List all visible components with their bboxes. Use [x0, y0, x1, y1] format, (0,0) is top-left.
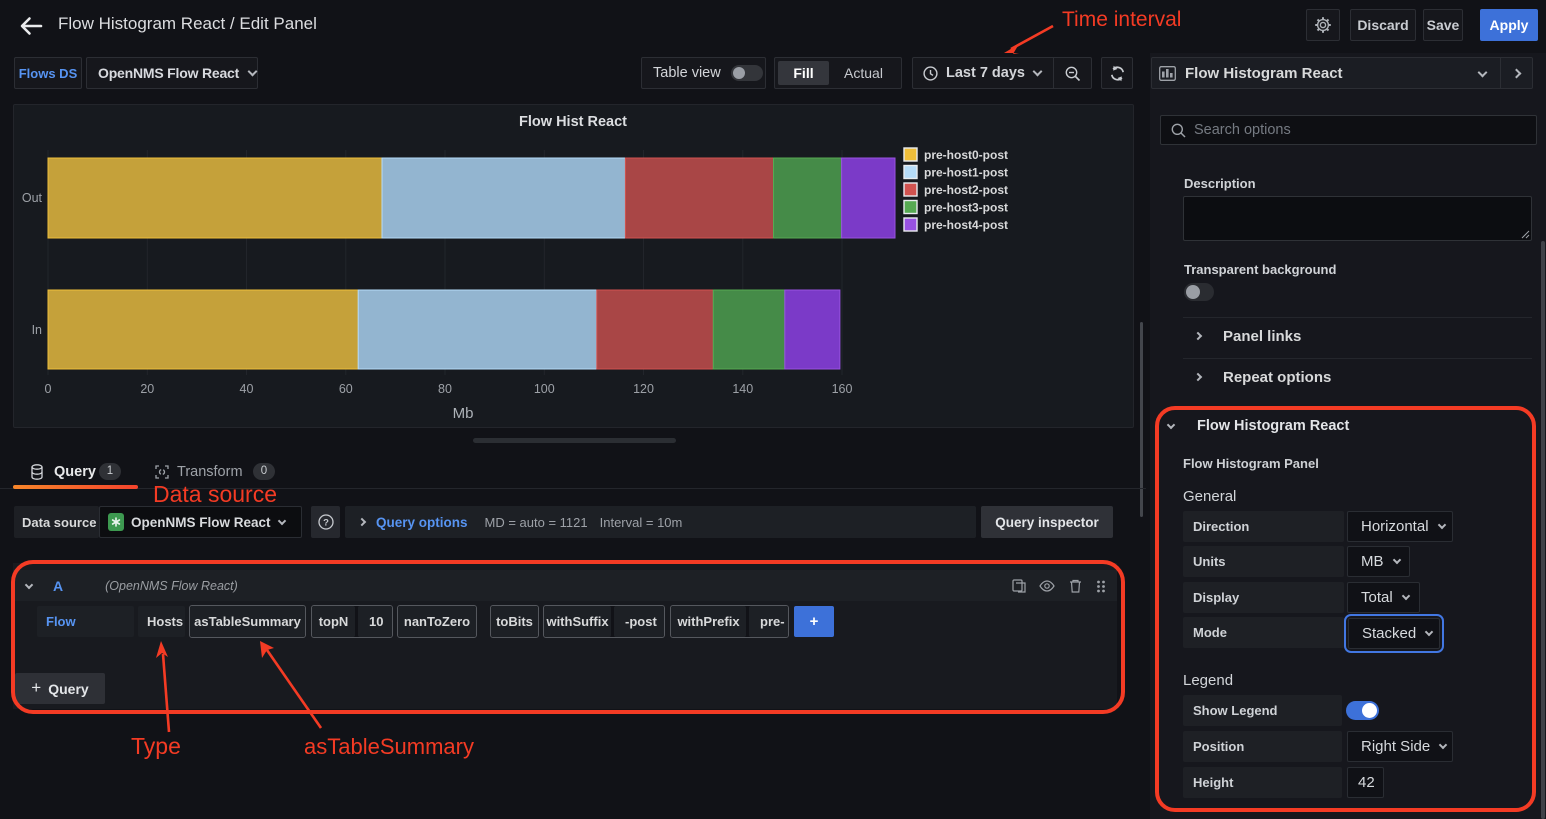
svg-text:?: ?: [323, 518, 329, 529]
svg-text:60: 60: [339, 382, 353, 396]
svg-text:Out: Out: [22, 191, 43, 205]
svg-text:0: 0: [45, 382, 52, 396]
svg-text:140: 140: [732, 382, 753, 396]
svg-text:pre-host1-post: pre-host1-post: [924, 166, 1008, 180]
svg-text:Mb: Mb: [453, 405, 474, 422]
svg-text:80: 80: [438, 382, 452, 396]
svg-text:pre-host2-post: pre-host2-post: [924, 183, 1008, 197]
svg-text:20: 20: [140, 382, 154, 396]
svg-text:pre-host4-post: pre-host4-post: [924, 218, 1008, 232]
svg-text:40: 40: [240, 382, 254, 396]
svg-text:Flow Hist React: Flow Hist React: [519, 114, 627, 130]
svg-text:160: 160: [832, 382, 853, 396]
svg-text:pre-host0-post: pre-host0-post: [924, 148, 1008, 162]
svg-text:In: In: [32, 323, 42, 337]
svg-text:120: 120: [633, 382, 654, 396]
svg-text:pre-host3-post: pre-host3-post: [924, 201, 1008, 215]
svg-text:100: 100: [534, 382, 555, 396]
